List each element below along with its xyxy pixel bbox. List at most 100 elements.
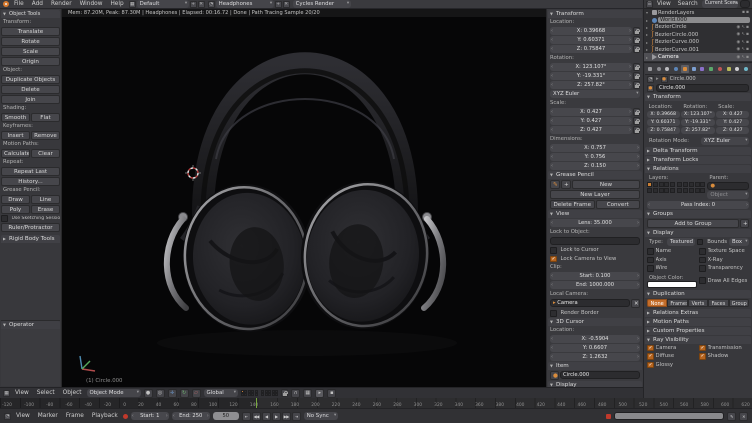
- parent-field[interactable]: ●: [707, 182, 749, 190]
- clip-end-field[interactable]: End: 1000.000: [550, 281, 640, 289]
- play-icon[interactable]: ▶: [272, 412, 281, 421]
- tab-render-layers[interactable]: [655, 65, 663, 73]
- dim-y-field[interactable]: Y: 0.756: [550, 153, 640, 161]
- object-tools-panel-header[interactable]: Object Tools: [1, 10, 60, 18]
- outliner-menu-item[interactable]: Search: [676, 1, 700, 7]
- grease-draw-button[interactable]: Draw: [1, 195, 30, 204]
- insert-keyframe-button[interactable]: Insert: [1, 131, 30, 140]
- cursor-y-field[interactable]: Y: 0.6607: [550, 344, 640, 352]
- lock-icon[interactable]: [633, 72, 640, 80]
- tab-world[interactable]: [672, 65, 680, 73]
- grease-erase-button[interactable]: Erase: [31, 205, 60, 214]
- outliner-menu-item[interactable]: View: [655, 1, 673, 7]
- duplicate-objects-button[interactable]: Duplicate Objects: [1, 75, 60, 84]
- history-button[interactable]: History...: [1, 177, 60, 186]
- snap-magnet-icon[interactable]: ∩: [291, 389, 300, 398]
- join-button[interactable]: Join: [1, 95, 60, 104]
- tab-material[interactable]: [716, 65, 724, 73]
- dim-z-field[interactable]: Z: 0.150: [550, 162, 640, 170]
- origin-button[interactable]: Origin: [1, 57, 60, 66]
- rigid-body-tools-panel-header[interactable]: Rigid Body Tools: [1, 235, 60, 243]
- operator-panel-header[interactable]: Operator: [1, 321, 60, 329]
- duplication-none-button[interactable]: None: [647, 299, 667, 307]
- play-reverse-icon[interactable]: ◀: [262, 412, 271, 421]
- display-type-dropdown[interactable]: Textured: [667, 238, 695, 246]
- add-layout-icon[interactable]: +: [190, 1, 197, 8]
- tab-modifiers[interactable]: [699, 65, 707, 73]
- tab-object[interactable]: [681, 65, 689, 73]
- render-border-checkbox[interactable]: [550, 310, 557, 317]
- cursor-z-field[interactable]: Z: 1.2632: [550, 353, 640, 361]
- lock-icon[interactable]: [633, 63, 640, 71]
- props-rot-z[interactable]: Z: 257.82°: [681, 127, 714, 134]
- auto-keyframe-record-icon[interactable]: [123, 414, 128, 419]
- rotate-button[interactable]: Rotate: [1, 37, 60, 46]
- scale-x-field[interactable]: X: 0.427: [550, 108, 632, 116]
- location-x-field[interactable]: X: 0.39668: [550, 27, 632, 35]
- delete-keyframe-icon[interactable]: ✕: [739, 412, 748, 421]
- props-loc-z[interactable]: Z: 0.75847: [647, 127, 680, 134]
- ray-visibility-header[interactable]: Ray Visibility: [645, 336, 751, 344]
- row-toggle-icons[interactable]: ▪▪: [742, 10, 750, 15]
- previous-keyframe-icon[interactable]: ◀◀: [252, 412, 261, 421]
- npanel-item-header[interactable]: Item: [548, 362, 642, 370]
- ray-shadow-checkbox[interactable]: [699, 353, 706, 360]
- lock-icon[interactable]: [633, 45, 640, 53]
- tab-object-data[interactable]: [707, 65, 715, 73]
- lock-icon[interactable]: [633, 27, 640, 35]
- timeline-ruler[interactable]: -120-100-80-60-40-2002040608010012014016…: [0, 398, 752, 408]
- menu-item[interactable]: Window: [78, 1, 105, 7]
- props-scl-x[interactable]: X: 0.427: [716, 111, 749, 118]
- row-toggle-icons[interactable]: ◉↖▪: [737, 40, 751, 45]
- show-axis-checkbox[interactable]: [647, 257, 654, 264]
- editor-type-icon[interactable]: ▦: [3, 390, 10, 397]
- layout-dropdown[interactable]: Default: [137, 0, 189, 8]
- screen-layout-selector[interactable]: ▦ Default + ✕: [129, 0, 205, 8]
- props-scl-y[interactable]: Y: 0.427: [716, 119, 749, 126]
- group-add-icon[interactable]: +: [740, 219, 749, 228]
- parent-type-dropdown[interactable]: Object: [707, 191, 749, 199]
- props-rot-y[interactable]: Y: -19.331°: [681, 119, 714, 126]
- pivot-point-icon[interactable]: ◎: [156, 389, 165, 398]
- location-y-field[interactable]: Y: 0.60371: [550, 36, 632, 44]
- motion-paths-header[interactable]: Motion Paths: [645, 318, 751, 326]
- close-layout-icon[interactable]: ✕: [198, 1, 205, 8]
- viewport-3d[interactable]: Mem: 87.20M, Peak: 87.30M | Headphones |…: [62, 9, 546, 387]
- keying-set-field[interactable]: [614, 412, 724, 420]
- item-name-field[interactable]: Circle.000: [560, 371, 640, 379]
- rotation-x-field[interactable]: X: 123.107°: [550, 63, 632, 71]
- outliner-row-camera[interactable]: ▸ Camera◉↖▪: [644, 53, 752, 60]
- sync-mode-dropdown[interactable]: No Sync: [304, 412, 338, 420]
- outliner-row-renderlayers[interactable]: ▾ RenderLayers▪▪: [644, 9, 752, 16]
- lock-icon[interactable]: [633, 108, 640, 116]
- delete-button[interactable]: Delete: [1, 85, 60, 94]
- manipulator-scale-icon[interactable]: ▱: [192, 389, 201, 398]
- clear-camera-icon[interactable]: ✕: [631, 299, 640, 308]
- menu-item[interactable]: File: [12, 1, 26, 7]
- lock-object-field[interactable]: [550, 237, 640, 245]
- timeline-editor-icon[interactable]: ◔: [4, 413, 11, 420]
- viewport-menu-item[interactable]: Object: [61, 390, 84, 396]
- outliner-row-world[interactable]: ▸ World.000: [644, 16, 752, 23]
- viewport-shading-icon[interactable]: ●: [144, 389, 153, 398]
- duplication-group-button[interactable]: Group: [729, 299, 749, 307]
- render-opengl-anim-icon[interactable]: ▪: [327, 389, 336, 398]
- add-to-group-button[interactable]: Add to Group: [647, 219, 739, 228]
- snap-element-icon[interactable]: ▦: [303, 389, 312, 398]
- outliner-row-beziercurve001[interactable]: ▸ʃ BezierCurve.001◉↖▪: [644, 46, 752, 53]
- tab-constraints[interactable]: [690, 65, 698, 73]
- npanel-view-header[interactable]: View: [548, 210, 642, 218]
- timeline-menu-item[interactable]: View: [14, 413, 32, 419]
- layers-widget[interactable]: [241, 390, 258, 397]
- props-loc-x[interactable]: X: 0.39668: [647, 111, 680, 118]
- outliner-row-beziercurve000[interactable]: ▸ʃ BezierCurve.000◉↖▪: [644, 39, 752, 46]
- cursor-x-field[interactable]: X: -0.5904: [550, 335, 640, 343]
- location-z-field[interactable]: Z: 0.75847: [550, 45, 632, 53]
- keying-record-icon[interactable]: [606, 414, 611, 419]
- timeline-menu-item[interactable]: Marker: [36, 413, 60, 419]
- relations-extras-header[interactable]: Relations Extras: [645, 309, 751, 317]
- tab-physics[interactable]: [742, 65, 750, 73]
- tab-scene[interactable]: [664, 65, 672, 73]
- ray-camera-checkbox[interactable]: [647, 345, 654, 352]
- ruler-protractor-button[interactable]: Ruler/Protractor: [1, 223, 60, 232]
